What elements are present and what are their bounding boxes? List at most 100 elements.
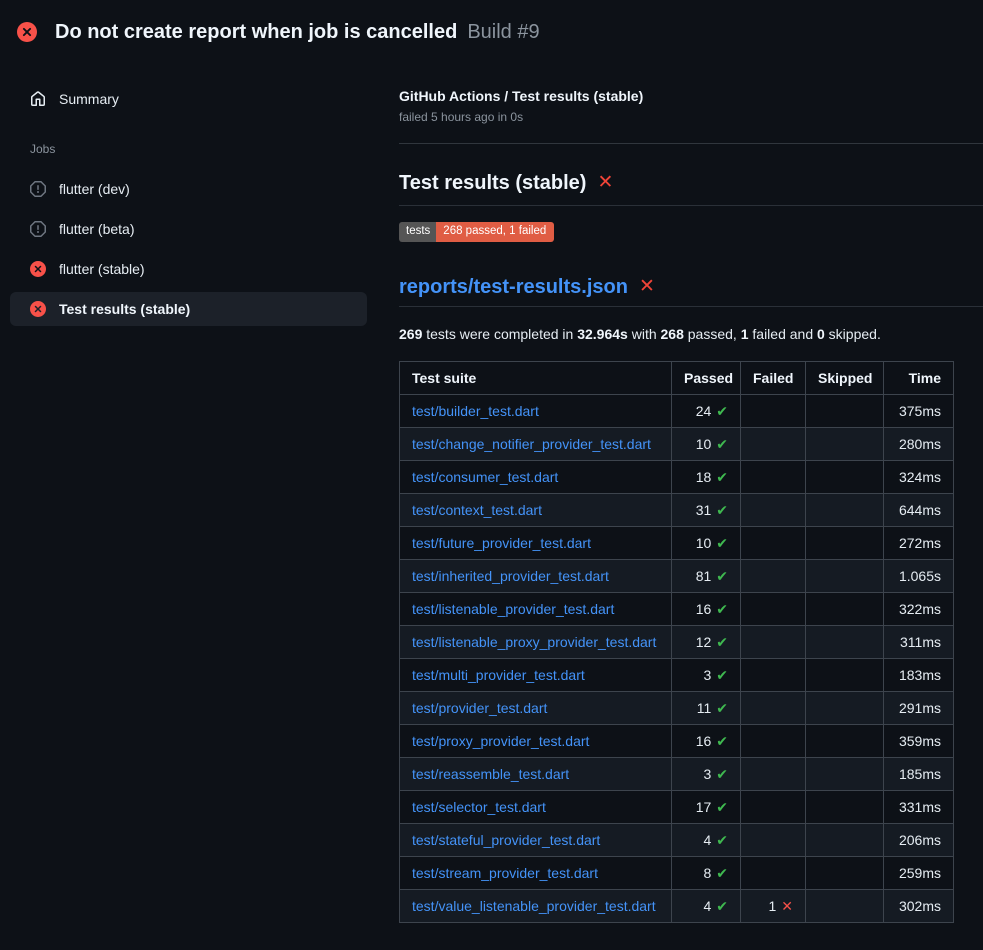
check-icon: ✔ [716,502,728,518]
suite-cell: test/future_provider_test.dart [400,527,672,560]
test-suite-link[interactable]: test/inherited_provider_test.dart [412,568,609,584]
check-icon: ✔ [716,865,728,881]
test-suite-link[interactable]: test/provider_test.dart [412,700,547,716]
table-row: test/multi_provider_test.dart 3✔ 183ms [400,659,954,692]
test-suite-link[interactable]: test/reassemble_test.dart [412,766,569,782]
failed-cell [741,395,806,428]
table-row: test/change_notifier_provider_test.dart1… [400,428,954,461]
page-title: Do not create report when job is cancell… [55,21,457,44]
check-icon: ✔ [716,568,728,584]
passed-cell: 11✔ [672,692,741,725]
time-cell: 280ms [884,428,954,461]
test-suite-link[interactable]: test/consumer_test.dart [412,469,558,485]
test-suite-link[interactable]: test/listenable_proxy_provider_test.dart [412,634,656,650]
passed-count: 10 [696,535,712,551]
stop-icon [30,221,46,237]
skipped-cell [806,560,884,593]
failed-cell [741,626,806,659]
suite-cell: test/change_notifier_provider_test.dart [400,428,672,461]
test-suite-link[interactable]: test/selector_test.dart [412,799,546,815]
sidebar-item-summary[interactable]: Summary [10,82,367,116]
passed-cell: 81✔ [672,560,741,593]
skipped-cell [806,593,884,626]
test-suite-link[interactable]: test/value_listenable_provider_test.dart [412,898,656,914]
time-cell: 375ms [884,395,954,428]
failed-cell [741,527,806,560]
time-cell: 359ms [884,725,954,758]
passed-count: 16 [696,733,712,749]
check-icon: ✔ [716,766,728,782]
suite-cell: test/stateful_provider_test.dart [400,824,672,857]
failed-cell [741,428,806,461]
build-number: Build #9 [467,21,539,44]
passed-cell: 31✔ [672,494,741,527]
test-suite-link[interactable]: test/proxy_provider_test.dart [412,733,589,749]
check-icon: ✔ [716,535,728,551]
passed-cell: 12✔ [672,626,741,659]
skipped-cell [806,395,884,428]
time-cell: 311ms [884,626,954,659]
skipped-cell [806,428,884,461]
test-suite-link[interactable]: test/builder_test.dart [412,403,539,419]
suite-cell: test/proxy_provider_test.dart [400,725,672,758]
test-suite-link[interactable]: test/stream_provider_test.dart [412,865,598,881]
passed-count: 8 [703,865,711,881]
page-header: Do not create report when job is cancell… [0,0,983,56]
sidebar-jobs-list: flutter (dev) flutter (beta) flutter (stab… [10,172,367,326]
section-heading-text: Test results (stable) [399,170,586,196]
passed-cell: 3✔ [672,659,741,692]
passed-cell: 24✔ [672,395,741,428]
x-mark-icon: ✕ [639,277,655,297]
sidebar-item-flutter-dev[interactable]: flutter (dev) [10,172,367,206]
suite-cell: test/context_test.dart [400,494,672,527]
test-suite-link[interactable]: test/listenable_provider_test.dart [412,601,614,617]
time-cell: 183ms [884,659,954,692]
passed-count: 81 [696,568,712,584]
sidebar-item-flutter-beta[interactable]: flutter (beta) [10,212,367,246]
passed-count: 31 [696,502,712,518]
sidebar-item-label: Summary [59,91,119,107]
passed-cell: 4✔ [672,824,741,857]
test-suite-link[interactable]: test/context_test.dart [412,502,542,518]
time-cell: 302ms [884,890,954,923]
table-header-row: Test suite Passed Failed Skipped Time [400,362,954,395]
skipped-cell [806,890,884,923]
table-row: test/consumer_test.dart18✔324ms [400,461,954,494]
tests-badge: tests 268 passed, 1 failed [399,222,554,242]
failed-cell [741,593,806,626]
passed-count: 3 [703,667,711,683]
suite-cell: test/inherited_provider_test.dart [400,560,672,593]
test-suite-link[interactable]: test/future_provider_test.dart [412,535,591,551]
breadcrumb: GitHub Actions / Test results (stable) [399,86,983,106]
sidebar-item-test-results-stable[interactable]: Test results (stable) [10,292,367,326]
time-cell: 1.065s [884,560,954,593]
test-suite-link[interactable]: test/multi_provider_test.dart [412,667,585,683]
skipped-cell [806,626,884,659]
suite-cell: test/multi_provider_test.dart [400,659,672,692]
time-cell: 644ms [884,494,954,527]
test-suite-link[interactable]: test/stateful_provider_test.dart [412,832,600,848]
suite-cell: test/reassemble_test.dart [400,758,672,791]
passed-cell: 3✔ [672,758,741,791]
suite-cell: test/value_listenable_provider_test.dart [400,890,672,923]
check-icon: ✔ [716,832,728,848]
table-row: test/builder_test.dart 24✔ 375ms [400,395,954,428]
suite-cell: test/consumer_test.dart [400,461,672,494]
main-content: GitHub Actions / Test results (stable) f… [383,56,983,923]
failed-cell [741,758,806,791]
table-row: test/selector_test.dart17✔331ms [400,791,954,824]
report-file-link[interactable]: reports/test-results.json [399,274,628,300]
passed-count: 12 [696,634,712,650]
passed-count: 4 [703,898,711,914]
failed-cell: 1✕ [741,890,806,923]
summary-text: 269 tests were completed in 32.964s with… [399,324,983,344]
skipped-cell [806,692,884,725]
sidebar-item-flutter-stable[interactable]: flutter (stable) [10,252,367,286]
check-icon: ✔ [716,700,728,716]
column-header-test-suite: Test suite [400,362,672,395]
test-suite-link[interactable]: test/change_notifier_provider_test.dart [412,436,651,452]
column-header-failed: Failed [741,362,806,395]
failed-cell [741,461,806,494]
stop-icon [30,181,46,197]
table-row: test/proxy_provider_test.dart16✔359ms [400,725,954,758]
